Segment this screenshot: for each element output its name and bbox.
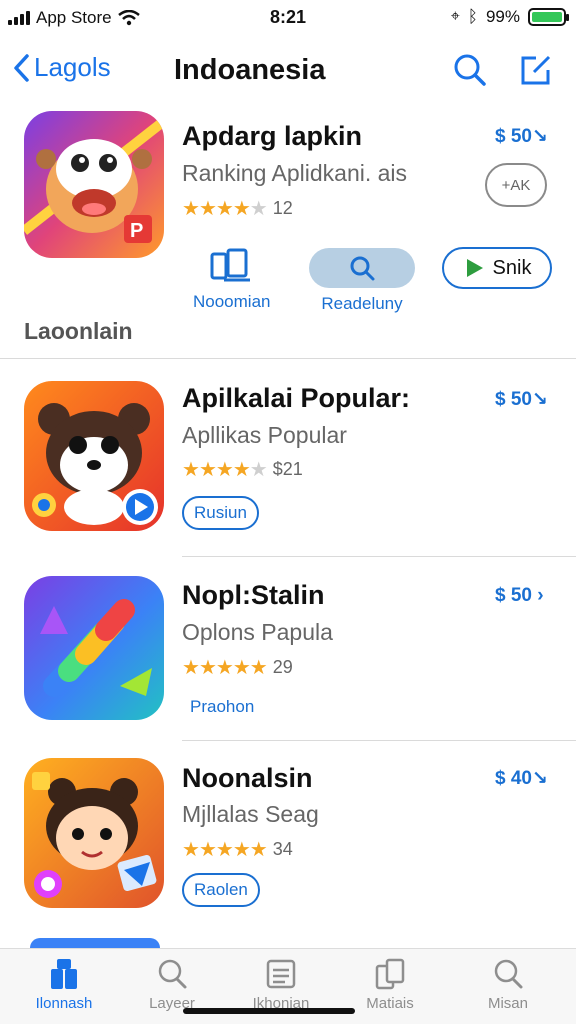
rating-stars: ★★★★★	[182, 198, 268, 220]
tab-ikhonian[interactable]: Ikhonian	[231, 957, 331, 1012]
back-button[interactable]: Lagols	[12, 52, 111, 83]
status-bar: App Store 8:21 ⌖ ᛒ 99%	[0, 0, 576, 36]
navigation-bar: Lagols Indoanesia	[0, 44, 576, 100]
divider	[182, 740, 576, 741]
divider	[182, 556, 576, 557]
search-icon	[158, 959, 187, 989]
tab-label: Matiais	[366, 995, 414, 1012]
cartoon-girl-icon[interactable]	[24, 758, 164, 908]
app-name[interactable]: Noonalsin	[182, 763, 313, 794]
copy-icon	[375, 958, 405, 990]
app-price: $ 40↘	[495, 768, 548, 789]
play-icon	[466, 259, 483, 277]
featured-price: $ 50↘	[495, 126, 548, 147]
tab-matiais[interactable]: Matiais	[340, 957, 440, 1012]
cartoon-game-icon[interactable]: P	[24, 111, 164, 258]
search-icon	[350, 256, 375, 281]
tab-label: Misan	[487, 995, 528, 1012]
app-price: $ 50↘	[495, 389, 548, 410]
stream-label: Snik	[492, 256, 532, 279]
apps-icon	[51, 959, 77, 989]
devices-action[interactable]: Nooomian	[193, 248, 271, 312]
search-button[interactable]	[452, 52, 488, 93]
bluetooth-icon: ᛒ	[467, 7, 478, 26]
rating-count: 29	[272, 657, 293, 677]
app-rating: ★★★★★ 34	[182, 837, 293, 862]
tab-layeer[interactable]: Layeer	[122, 957, 222, 1012]
app-name[interactable]: Nopl:Stalin	[182, 580, 325, 611]
tab-label: Ilonnash	[35, 995, 93, 1012]
divider	[0, 358, 576, 359]
app-name[interactable]: Apilkalai Popular:	[182, 383, 410, 414]
search-action[interactable]: Readeluny	[309, 248, 415, 314]
app-tag-button[interactable]: Rusiun	[182, 496, 259, 530]
tab-misan[interactable]: Misan	[458, 957, 558, 1012]
svg-text:P: P	[130, 220, 143, 242]
stream-button[interactable]: Snik	[442, 247, 552, 289]
battery-icon	[528, 8, 569, 26]
chevron-left-icon	[14, 53, 29, 82]
app-tag-link[interactable]: Praohon	[190, 697, 254, 717]
search-icon	[494, 959, 523, 989]
compose-button[interactable]	[518, 52, 554, 93]
rating-count: 34	[272, 839, 293, 859]
section-heading: Laoonlain	[24, 318, 133, 344]
app-subtitle: Oplons Papula	[182, 619, 333, 645]
search-action-label: Readeluny	[321, 294, 403, 313]
rating-count: 12	[272, 198, 293, 218]
rating-stars: ★★★★★	[182, 459, 268, 481]
location-icon: ⌖	[450, 8, 460, 25]
list-icon	[266, 959, 296, 989]
bear-play-icon[interactable]	[24, 381, 164, 531]
page-title: Indoanesia	[174, 54, 326, 86]
home-indicator[interactable]	[183, 1008, 355, 1014]
featured-rating: ★★★★★ 12	[182, 196, 293, 221]
devices-icon	[210, 248, 250, 282]
rating-count: $21	[272, 459, 303, 479]
paint-brush-icon[interactable]	[24, 576, 164, 720]
featured-app-name[interactable]: Apdarg lapkin	[182, 121, 362, 152]
compose-icon	[521, 55, 551, 85]
rating-stars: ★★★★★	[182, 657, 268, 679]
tab-ilonnash[interactable]: Ilonnash	[14, 957, 114, 1012]
get-button[interactable]: +АK	[485, 163, 547, 207]
app-subtitle: Apllikas Popular	[182, 422, 347, 448]
app-subtitle: Mjllalas Seag	[182, 801, 319, 827]
back-label: Lagols	[34, 52, 111, 82]
app-rating: ★★★★★ $21	[182, 457, 303, 482]
battery-percent: 99%	[485, 7, 520, 26]
rating-stars: ★★★★★	[182, 839, 268, 861]
devices-action-label: Nooomian	[193, 292, 271, 311]
app-tag-button[interactable]: Raolen	[182, 873, 260, 907]
app-rating: ★★★★★ 29	[182, 655, 293, 680]
search-icon	[454, 54, 486, 86]
app-price: $ 50 ›	[495, 585, 544, 606]
featured-app-subtitle: Ranking Aplidkani. ais	[182, 160, 408, 186]
